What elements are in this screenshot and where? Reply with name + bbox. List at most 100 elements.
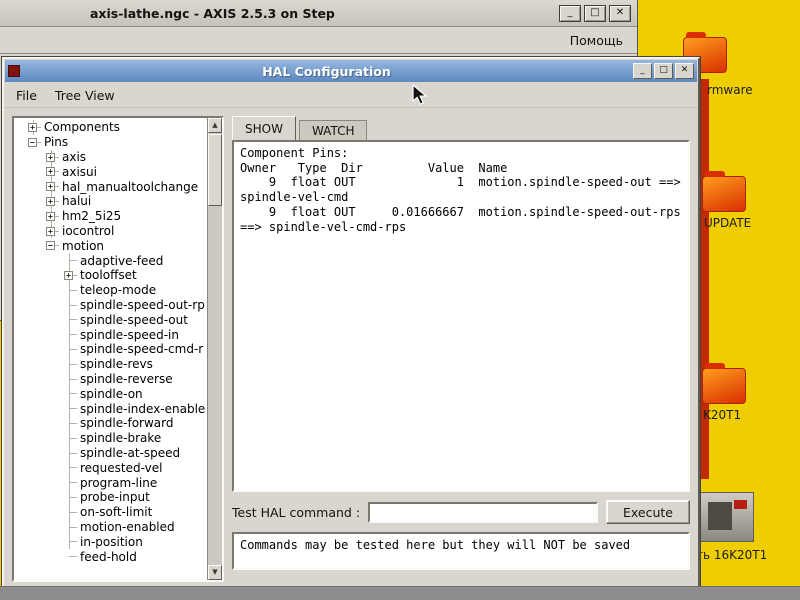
tree-item-label[interactable]: Components [42,120,122,134]
tree-item-label[interactable]: halui [60,194,93,208]
tree-item-label[interactable]: spindle-reverse [78,372,175,386]
expand-icon[interactable]: + [46,226,55,236]
tree-item-spindle-reverse[interactable]: spindle-reverse [24,371,207,387]
tree-scrollbar[interactable]: ▲ ▼ [207,118,222,580]
tree-item-label[interactable]: spindle-speed-out-rp [78,298,207,312]
tree-item-label[interactable]: hm2_5i25 [60,209,123,223]
tree-item-label[interactable]: on-soft-limit [78,505,154,519]
axis-menu-help[interactable]: Помощь [564,31,629,50]
tree-item-label[interactable]: spindle-brake [78,431,163,445]
expand-icon[interactable]: + [64,270,73,280]
hal-titlebar[interactable]: HAL Configuration _ □ ✕ [5,60,697,82]
tree-item-motion[interactable]: − motion [24,238,207,253]
test-command-input[interactable] [368,501,598,523]
menu-tree-view[interactable]: Tree View [47,85,123,106]
tree-item-spindle-brake[interactable]: spindle-brake [24,430,207,446]
expand-icon[interactable]: + [46,152,55,162]
tree-item-label[interactable]: requested-vel [78,461,164,475]
scroll-down-icon[interactable]: ▼ [208,565,222,580]
tree-item-spindle-at-speed[interactable]: spindle-at-speed [24,445,207,461]
axis-maximize-button[interactable]: □ [584,4,606,22]
scroll-up-icon[interactable]: ▲ [208,118,222,133]
tree-item-hal_manualtoolchange[interactable]: + hal_manualtoolchange [24,179,207,194]
tree-item-motion-enabled[interactable]: motion-enabled [24,519,207,535]
tree-item-spindle-speed-in[interactable]: spindle-speed-in [24,327,207,342]
axis-titlebar[interactable]: axis-lathe.ngc - AXIS 2.5.3 on Step _ □ … [0,0,637,27]
show-panel: SHOW WATCH Component Pins: Owner Type Di… [232,116,690,582]
expand-icon[interactable]: + [28,123,37,132]
tree-item-hm2_5i25[interactable]: + hm2_5i25 [24,208,207,224]
tree-item-Pins[interactable]: − Pins [24,135,207,150]
tree-item-label[interactable]: probe-input [78,490,152,504]
hal-maximize-button[interactable]: □ [654,63,673,79]
axis-minimize-button[interactable]: _ [559,4,581,22]
tree-item-in-position[interactable]: in-position [24,534,207,549]
tree-item-tooloffset[interactable]: + tooloffset [24,267,207,283]
tree-item-label[interactable]: adaptive-feed [78,254,165,268]
tree-item-label[interactable]: spindle-revs [78,357,155,371]
hal-menubar: File Tree View [4,83,698,108]
tree-item-axis[interactable]: + axis [24,149,207,165]
hal-window: HAL Configuration _ □ ✕ File Tree View +… [2,57,700,592]
tree-item-requested-vel[interactable]: requested-vel [24,460,207,475]
tree-item-label[interactable]: Pins [42,135,70,149]
desktop-icon-k20t1[interactable]: K20T1 [702,363,782,422]
tree-item-label[interactable]: motion [60,239,106,253]
tree-item-probe-input[interactable]: probe-input [24,489,207,505]
tree-item-axisui[interactable]: + axisui [24,164,207,179]
hal-minimize-button[interactable]: _ [633,63,652,79]
tree-item-adaptive-feed[interactable]: adaptive-feed [24,253,207,268]
desktop-icon-update[interactable]: UPDATE [702,171,782,230]
tree-item-label[interactable]: tooloffset [78,268,139,282]
tree-item-label[interactable]: program-line [78,476,159,490]
tree-item-Components[interactable]: + Components [24,120,207,135]
execute-button[interactable]: Execute [606,500,690,524]
desktop-icon-label: ть 16K20T1 [696,548,768,562]
tree-item-label[interactable]: spindle-speed-cmd-r [78,342,205,356]
tab-show[interactable]: SHOW [232,116,296,140]
axis-window-title: axis-lathe.ngc - AXIS 2.5.3 on Step [90,5,335,21]
tree-item-spindle-forward[interactable]: spindle-forward [24,415,207,431]
menu-file[interactable]: File [8,85,45,106]
tree-item-teleop-mode[interactable]: teleop-mode [24,282,207,298]
tree-item-label[interactable]: spindle-index-enable [78,402,207,416]
axis-close-button[interactable]: ✕ [609,4,631,22]
tree-item-label[interactable]: teleop-mode [78,283,158,297]
tree-item-program-line[interactable]: program-line [24,475,207,490]
tree-item-on-soft-limit[interactable]: on-soft-limit [24,504,207,520]
tree-item-label[interactable]: spindle-at-speed [78,446,182,460]
tree-item-spindle-speed-cmd-r[interactable]: spindle-speed-cmd-r [24,341,207,357]
tree-item-label[interactable]: spindle-forward [78,416,175,430]
tree-item-label[interactable]: iocontrol [60,224,116,238]
tree-item-feed-hold[interactable]: feed-hold [24,549,207,564]
tree-item-spindle-speed-out-rp[interactable]: spindle-speed-out-rp [24,297,207,313]
machine-icon [700,492,754,542]
tree-item-label[interactable]: spindle-speed-in [78,328,181,342]
scroll-thumb[interactable] [208,134,222,206]
expand-icon[interactable]: + [46,182,55,192]
expand-icon[interactable]: + [46,167,55,177]
expand-icon[interactable]: + [46,211,55,221]
expand-icon[interactable]: + [46,196,55,206]
tree-item-label[interactable]: hal_manualtoolchange [60,180,200,194]
tree-item-label[interactable]: axisui [60,165,99,179]
tree-item-spindle-revs[interactable]: spindle-revs [24,356,207,372]
tree-item-iocontrol[interactable]: + iocontrol [24,223,207,239]
collapse-icon[interactable]: − [28,137,37,147]
tree-item-label[interactable]: axis [60,150,88,164]
tree-item-halui[interactable]: + halui [24,193,207,209]
tree-item-label[interactable]: in-position [78,535,145,549]
tree-item-spindle-on[interactable]: spindle-on [24,386,207,401]
tree-item-label[interactable]: spindle-speed-out [78,313,190,327]
tree-item-label[interactable]: spindle-on [78,387,145,401]
collapse-icon[interactable]: − [46,241,55,251]
tree-item-label[interactable]: feed-hold [78,550,139,564]
desktop-icon-16k20t1[interactable]: ть 16K20T1 [696,492,780,562]
hal-window-icon [8,65,20,77]
hal-close-button[interactable]: ✕ [675,63,694,79]
desktop-icon-label: K20T1 [703,408,742,422]
tree-item-spindle-index-enable[interactable]: spindle-index-enable [24,401,207,416]
tab-watch[interactable]: WATCH [298,120,368,140]
tree-item-spindle-speed-out[interactable]: spindle-speed-out [24,312,207,327]
tree-item-label[interactable]: motion-enabled [78,520,177,534]
